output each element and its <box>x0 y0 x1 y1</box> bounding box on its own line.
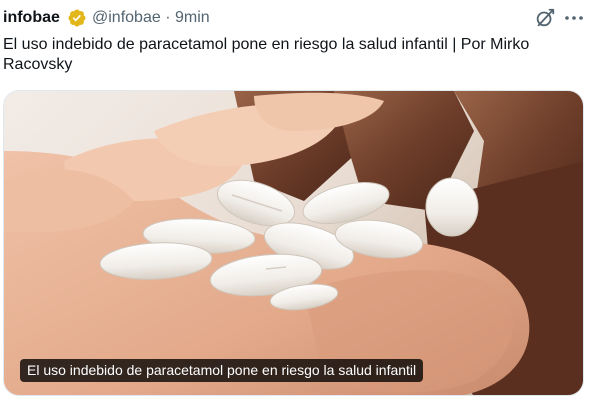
grok-icon[interactable] <box>534 7 556 29</box>
tweet-header: infobae @infobae · 9min <box>0 0 590 36</box>
media-caption: El uso indebido de paracetamol pone en r… <box>20 359 424 382</box>
tweet-media-photo[interactable]: El uso indebido de paracetamol pone en r… <box>3 90 584 396</box>
timestamp[interactable]: 9min <box>175 9 210 26</box>
photo-pills-in-hands <box>4 91 583 395</box>
verified-badge-icon <box>67 8 87 28</box>
more-options-icon[interactable] <box>562 7 586 29</box>
author-handle[interactable]: @infobae <box>92 9 161 26</box>
author-name[interactable]: infobae <box>3 8 60 28</box>
tweet-text: El uso indebido de paracetamol pone en r… <box>3 36 530 73</box>
separator-dot: · <box>165 9 171 26</box>
author-handle-time[interactable]: @infobae · 9min <box>92 8 210 28</box>
